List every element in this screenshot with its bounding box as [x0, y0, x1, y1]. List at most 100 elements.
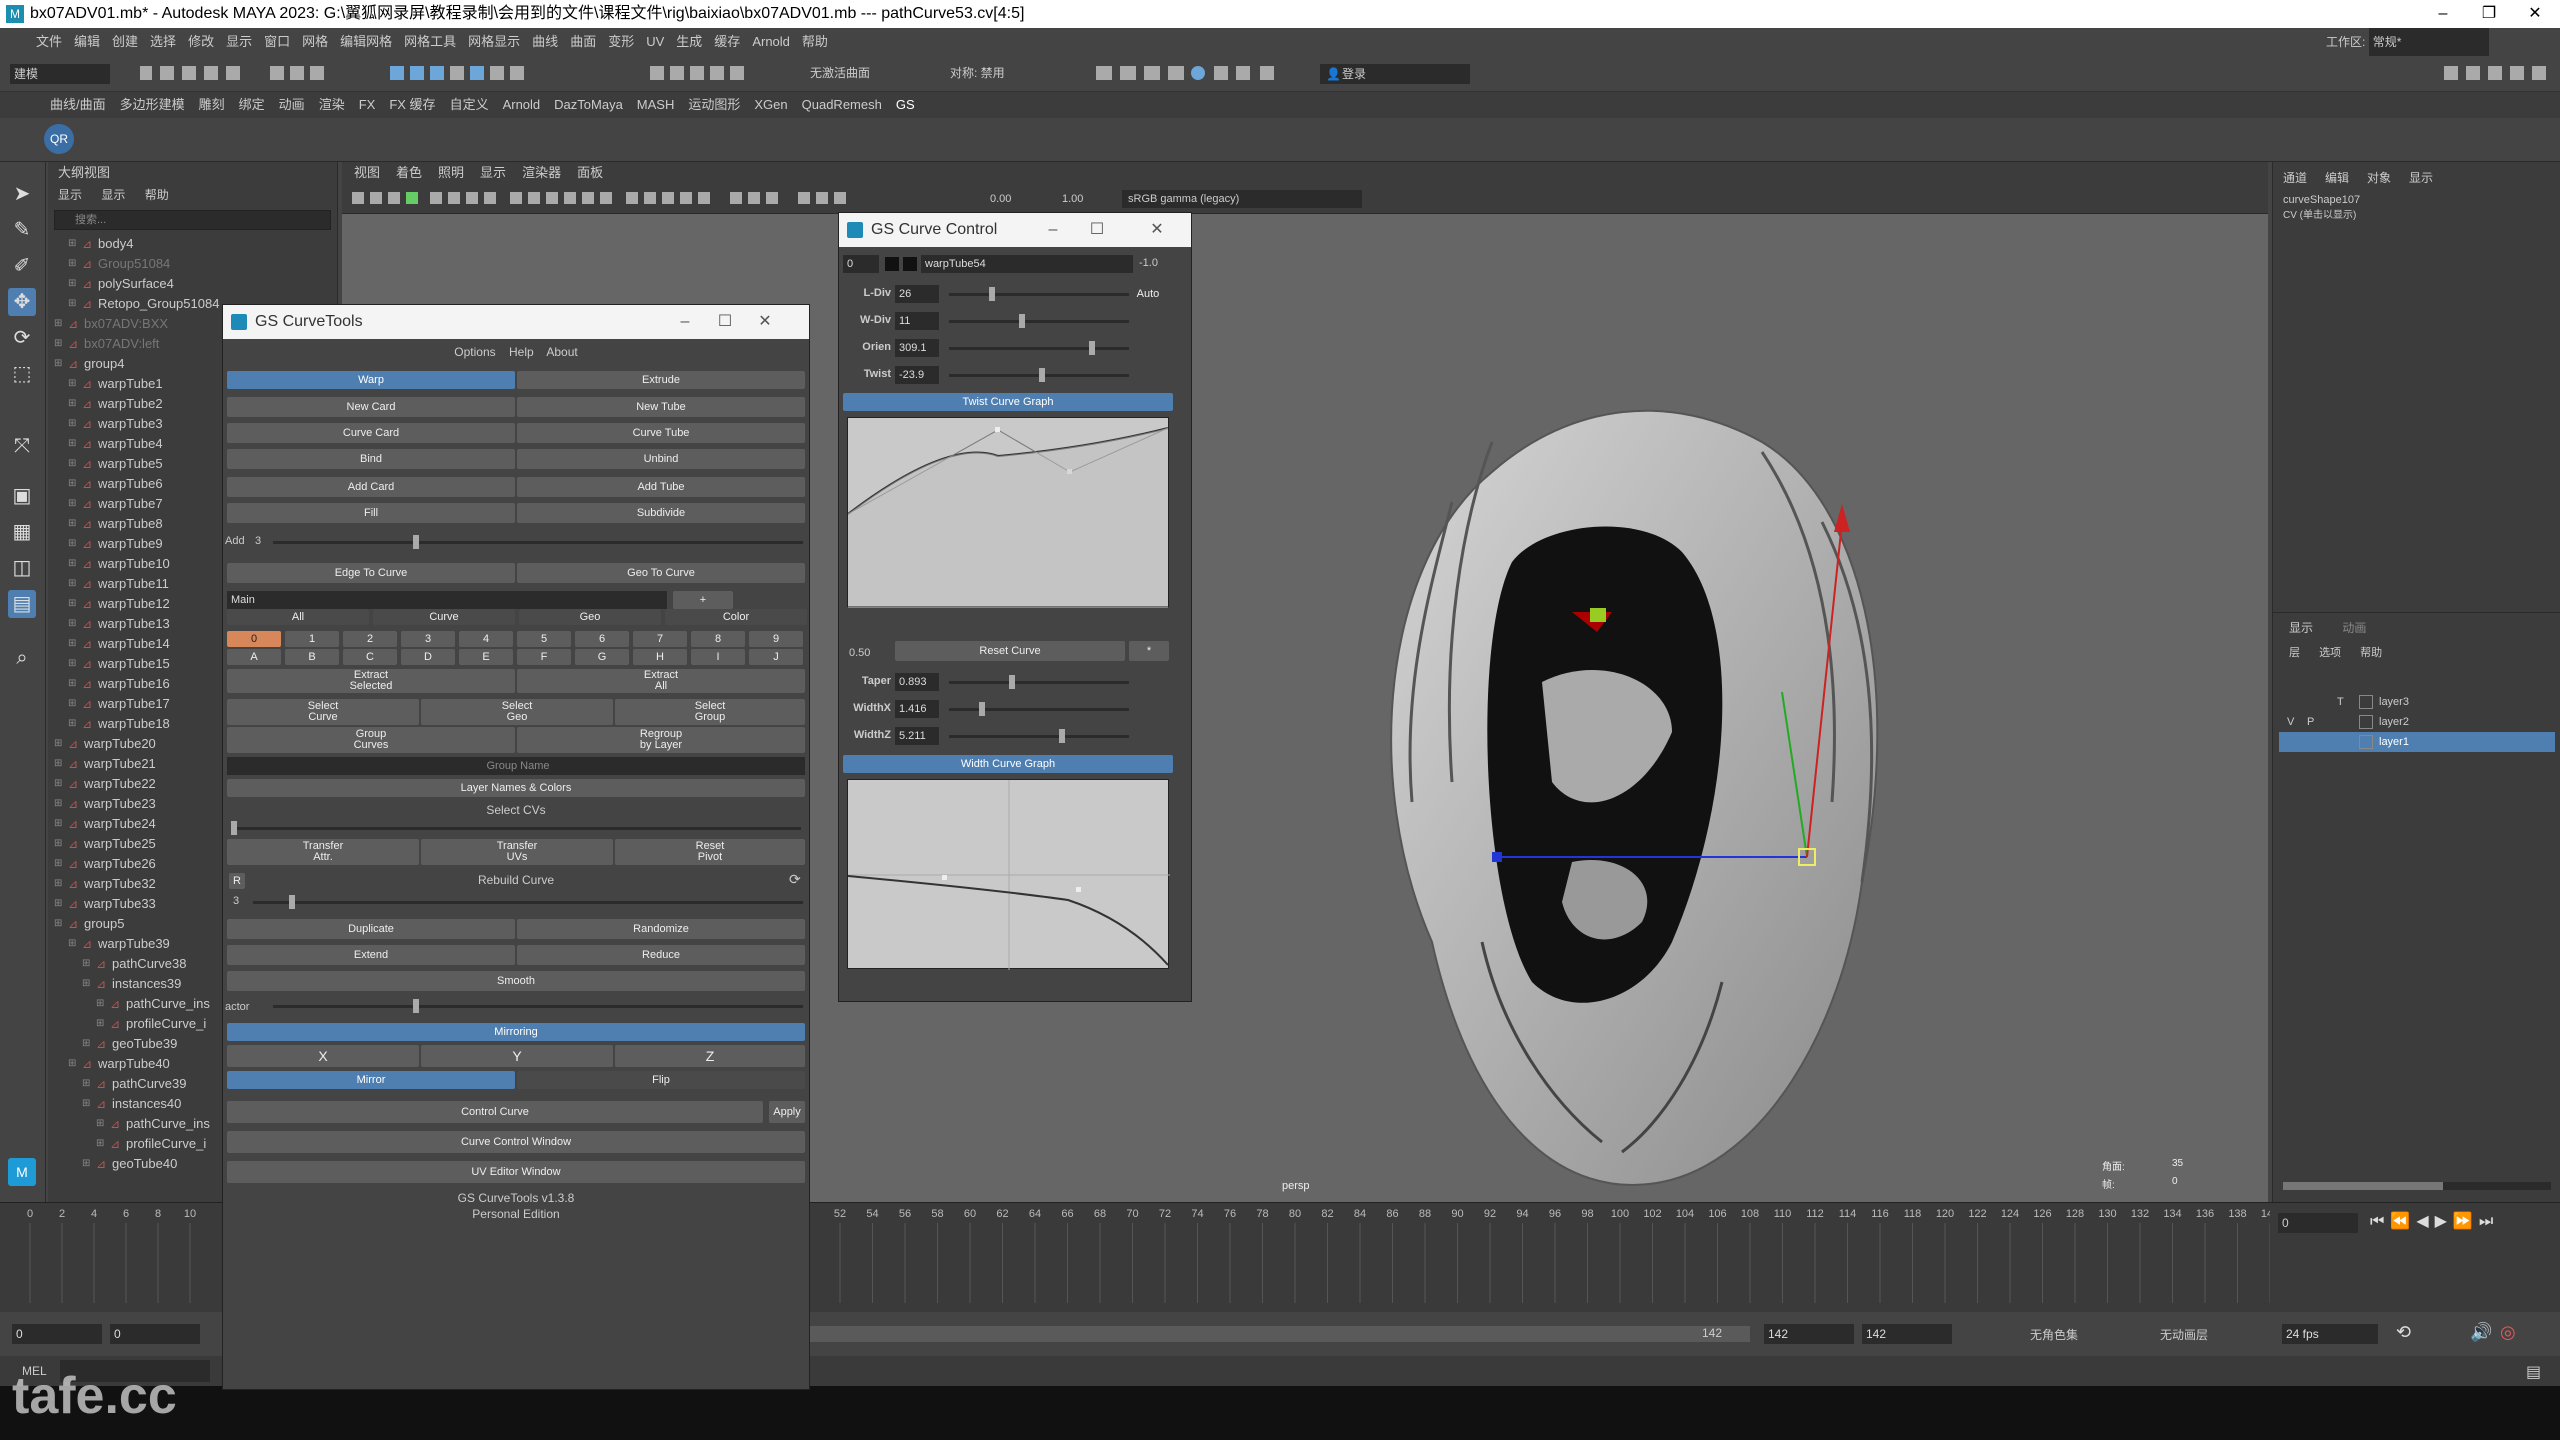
lasso-tool-icon[interactable]: ✎ — [8, 216, 36, 244]
menu-item[interactable]: 创建 — [112, 28, 138, 56]
shelf-tab[interactable]: MASH — [637, 92, 675, 118]
expand-icon[interactable]: ⊞ — [96, 1014, 104, 1034]
menu-item[interactable]: 修改 — [188, 28, 214, 56]
gs-minimize-button[interactable]: – — [663, 305, 707, 339]
auto-button[interactable]: Auto — [1133, 285, 1163, 303]
rotate-tool-icon[interactable]: ⟳ — [8, 324, 36, 352]
two-view-icon[interactable]: ◫ — [8, 554, 36, 582]
ldiv-field[interactable]: 26 — [895, 285, 939, 303]
four-view-icon[interactable]: ▦ — [8, 518, 36, 546]
select-cvs-knob[interactable] — [231, 821, 237, 835]
duplicate-button[interactable]: Duplicate — [227, 919, 515, 939]
expand-icon[interactable]: ⊞ — [68, 254, 76, 274]
mirror-axis-z[interactable]: Z — [615, 1045, 805, 1067]
expand-icon[interactable]: ⊞ — [68, 634, 76, 654]
reset-pivot-button[interactable]: Reset Pivot — [615, 839, 805, 865]
login-dropdown[interactable]: 👤 登录 — [1320, 64, 1470, 84]
layer-button-D[interactable]: D — [401, 649, 455, 665]
width-curve-svg[interactable] — [847, 780, 1170, 970]
gs-close-button[interactable]: ✕ — [743, 305, 787, 339]
viewport-menu-item[interactable]: 显示 — [480, 165, 506, 180]
paint-select-icon[interactable]: ✐ — [8, 252, 36, 280]
wdiv-slider[interactable] — [949, 314, 1129, 328]
viewport-tool-icons[interactable] — [350, 190, 870, 208]
toolbar-icons[interactable] — [130, 62, 770, 86]
shelf-tab[interactable]: 渲染 — [319, 92, 345, 118]
layer-tab-anim[interactable]: 动画 — [2342, 621, 2366, 635]
gs-control-maximize[interactable]: ☐ — [1075, 213, 1119, 247]
gs-control-close[interactable]: ✕ — [1135, 213, 1179, 247]
loop-icon[interactable]: ⟲ — [2396, 1322, 2411, 1343]
select-cvs-slider[interactable] — [231, 821, 801, 835]
add-tube-button[interactable]: Add Tube — [517, 477, 805, 497]
single-view-icon[interactable]: ▣ — [8, 482, 36, 510]
outliner-item[interactable]: ⊞ ⊿ Group51084 — [48, 254, 337, 274]
widthz-knob[interactable] — [1059, 729, 1065, 743]
expand-icon[interactable]: ⊞ — [68, 934, 76, 954]
group-name-input[interactable]: Group Name — [227, 757, 805, 775]
restore-button[interactable]: ❐ — [2466, 0, 2512, 28]
move-tool-icon[interactable]: ✥ — [8, 288, 36, 316]
rebuild-slider[interactable] — [253, 895, 803, 909]
menu-item[interactable]: 文件 — [36, 28, 62, 56]
menu-item[interactable]: Arnold — [752, 28, 790, 56]
sound-icon[interactable]: 🔊 — [2470, 1322, 2492, 1343]
live-surface-label[interactable]: 无激活曲面 — [810, 64, 870, 81]
gs-menu-options[interactable]: Options — [454, 345, 495, 359]
layer-button-8[interactable]: 8 — [691, 631, 745, 647]
refresh-icon[interactable]: ⟳ — [789, 871, 801, 888]
twist-slider[interactable] — [949, 368, 1129, 382]
width-curve-graph-header[interactable]: Width Curve Graph — [843, 755, 1173, 773]
menu-item[interactable]: 缓存 — [714, 28, 740, 56]
apply-button[interactable]: Apply — [769, 1101, 805, 1123]
orien-field[interactable]: 309.1 — [895, 339, 939, 357]
expand-icon[interactable]: ⊞ — [68, 514, 76, 534]
gs-control-minimize[interactable]: – — [1031, 213, 1075, 247]
gs-menu-help[interactable]: Help — [509, 345, 534, 359]
fill-button[interactable]: Fill — [227, 503, 515, 523]
auto-key-icon[interactable]: ◎ — [2500, 1322, 2516, 1343]
gs-maximize-button[interactable]: ☐ — [703, 305, 747, 339]
group-curves-button[interactable]: Group Curves — [227, 727, 515, 753]
filter-toggle-curve[interactable]: Curve — [373, 609, 515, 625]
playback-controls[interactable]: ⏮⏪◀▶⏩⏭ — [2370, 1211, 2499, 1231]
layer-button-6[interactable]: 6 — [575, 631, 629, 647]
soft-mod-icon[interactable]: ⤧ — [8, 432, 36, 460]
curve-index-dropdown[interactable]: 0 — [843, 255, 879, 273]
transfer-uvs-button[interactable]: Transfer UVs — [421, 839, 613, 865]
geo-to-curve-button[interactable]: Geo To Curve — [517, 563, 805, 583]
shelf-tab[interactable]: 绑定 — [239, 92, 265, 118]
select-group-button[interactable]: Select Group — [615, 699, 805, 725]
expand-icon[interactable]: ⊞ — [82, 954, 90, 974]
expand-icon[interactable]: ⊞ — [82, 1154, 90, 1174]
expand-icon[interactable]: ⊞ — [68, 454, 76, 474]
wdiv-knob[interactable] — [1019, 314, 1025, 328]
shelf-tab[interactable]: Arnold — [503, 92, 541, 118]
select-tool-icon[interactable]: ➤ — [8, 180, 36, 208]
expand-icon[interactable]: ⊞ — [54, 314, 62, 334]
scale-tool-icon[interactable]: ⬚ — [8, 360, 36, 388]
viewport-menu-item[interactable]: 照明 — [438, 165, 464, 180]
add-collection-button[interactable]: + — [673, 591, 733, 609]
layer-names-colors-button[interactable]: Layer Names & Colors — [227, 779, 805, 797]
twist-curve-graph-header[interactable]: Twist Curve Graph — [843, 393, 1173, 411]
layer-button-E[interactable]: E — [459, 649, 513, 665]
new-tube-button[interactable]: New Tube — [517, 397, 805, 417]
reset-curve-button[interactable]: Reset Curve — [895, 641, 1125, 661]
menu-item[interactable]: 网格 — [302, 28, 328, 56]
expand-icon[interactable]: ⊞ — [54, 874, 62, 894]
layer-button-C[interactable]: C — [343, 649, 397, 665]
menu-item[interactable]: 窗口 — [264, 28, 290, 56]
expand-icon[interactable]: ⊞ — [54, 834, 62, 854]
script-editor-icon[interactable]: ▤ — [2526, 1362, 2541, 1382]
channel-menu-item[interactable]: 对象 — [2367, 171, 2391, 185]
expand-icon[interactable]: ⊞ — [68, 414, 76, 434]
shelf-tab[interactable]: DazToMaya — [554, 92, 623, 118]
orien-slider[interactable] — [949, 341, 1129, 355]
curve-object-field[interactable]: warpTube54 — [921, 255, 1133, 273]
current-frame-field[interactable]: 0 — [2278, 1213, 2358, 1233]
range-bar[interactable] — [810, 1326, 1750, 1342]
layer-button-0[interactable]: 0 — [227, 631, 281, 647]
mirror-axis-y[interactable]: Y — [421, 1045, 613, 1067]
shelf-tab[interactable]: 运动图形 — [688, 92, 740, 118]
